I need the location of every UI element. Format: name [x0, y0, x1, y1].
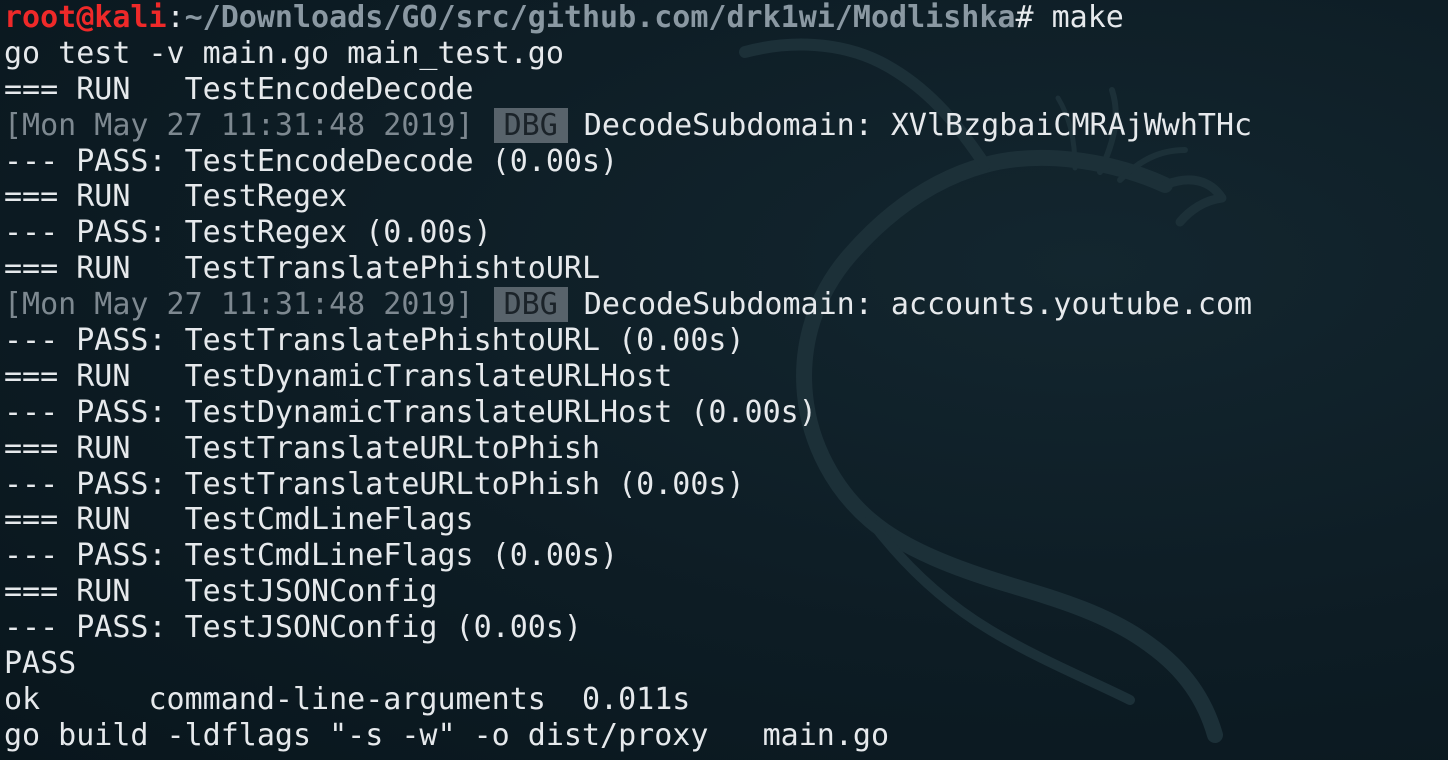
- prompt-user-host: root@kali: [4, 0, 167, 35]
- log-message: DecodeSubdomain: XVlBzgbaiCMRAjWwhTHc: [583, 107, 1253, 143]
- log-level-badge: DBG: [493, 287, 568, 323]
- output-line: --- PASS: TestCmdLineFlags (0.00s): [4, 538, 619, 574]
- output-line: === RUN TestDynamicTranslateURLHost: [4, 358, 673, 394]
- prompt-line: root@kali:~/Downloads/GO/src/github.com/…: [4, 0, 1252, 36]
- output-line: === RUN TestEncodeDecode: [4, 71, 474, 107]
- output-line: === RUN TestTranslatePhishtoURL: [4, 251, 601, 287]
- terminal-window[interactable]: root@kali:~/Downloads/GO/src/github.com/…: [0, 0, 1448, 760]
- debug-log-line: [Mon May 27 11:31:48 2019] DBG DecodeSubdo…: [4, 287, 1252, 323]
- output-line: PASS: [4, 646, 77, 682]
- output-line: --- PASS: TestRegex (0.00s): [4, 215, 492, 251]
- prompt-symbol: #: [1015, 0, 1034, 35]
- debug-log-line: [Mon May 27 11:31:48 2019] DBG DecodeSubdo…: [4, 107, 1253, 144]
- terminal-output: root@kali:~/Downloads/GO/src/github.com/…: [4, 0, 1252, 754]
- output-line: === RUN TestCmdLineFlags: [4, 502, 474, 538]
- output-line: --- PASS: TestEncodeDecode (0.00s): [4, 143, 619, 179]
- log-timestamp: [Mon May 27 11:31:48 2019]: [4, 287, 474, 323]
- output-line: --- PASS: TestDynamicTranslateURLHost (0…: [4, 394, 817, 430]
- prompt-path: ~/Downloads/GO/src/github.com/drk1wi/Mod…: [184, 0, 1016, 35]
- output-line: --- PASS: TestTranslatePhishtoURL (0.00s…: [4, 323, 745, 359]
- output-line: --- PASS: TestJSONConfig (0.00s): [4, 610, 582, 646]
- log-level-badge: DBG: [493, 107, 568, 143]
- log-timestamp: [Mon May 27 11:31:48 2019]: [4, 107, 474, 143]
- output-line: ok command-line-arguments 0.011s: [4, 681, 691, 717]
- prompt-command: make: [1033, 0, 1124, 35]
- output-line: go build -ldflags "-s -w" -o dist/proxy …: [4, 717, 890, 753]
- output-line: === RUN TestRegex: [4, 179, 348, 215]
- output-line: === RUN TestJSONConfig: [4, 574, 438, 610]
- output-line: === RUN TestTranslateURLtoPhish: [4, 430, 601, 466]
- output-line: --- PASS: TestTranslateURLtoPhish (0.00s…: [4, 466, 745, 502]
- log-message: DecodeSubdomain: accounts.youtube.com: [583, 287, 1253, 323]
- prompt-separator: :: [166, 0, 185, 35]
- output-line: go test -v main.go main_test.go: [4, 35, 564, 71]
